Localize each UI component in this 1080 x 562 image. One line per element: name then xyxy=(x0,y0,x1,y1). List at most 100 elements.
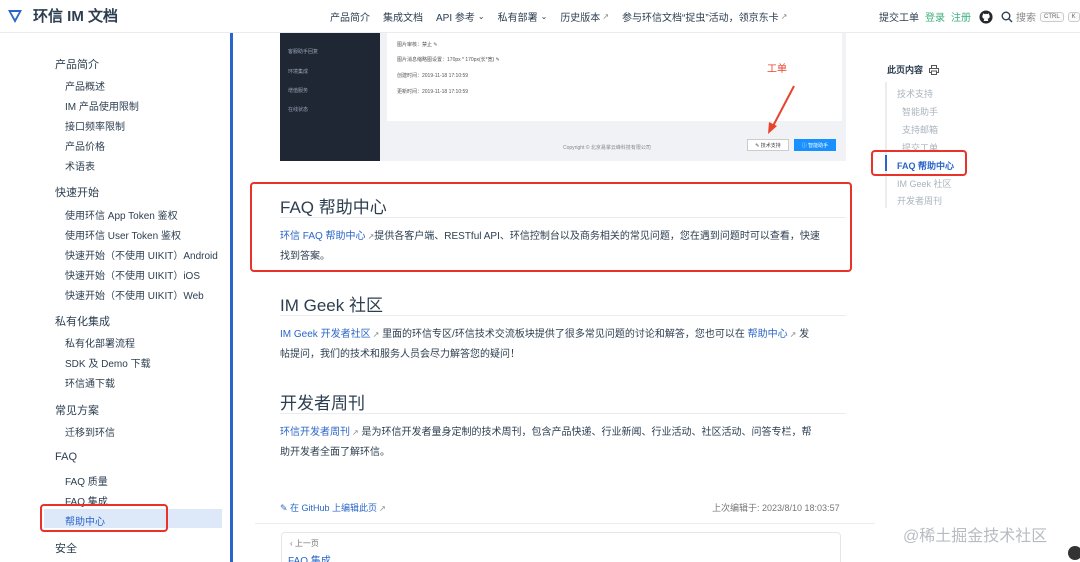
sidebar-item[interactable]: 产品概述 xyxy=(65,78,105,93)
console-sidebar: 客服助手回复 环境集成 增值服务 在线状态 xyxy=(280,33,380,161)
search-placeholder: 搜索 xyxy=(1016,13,1036,24)
chevron-down-icon: ⌄ xyxy=(540,12,548,21)
annotation-ticket-label: 工单 xyxy=(767,64,787,75)
toc-item[interactable]: 开发者周刊 xyxy=(897,194,942,207)
link-text: IM Geek 开发者社区 xyxy=(280,329,371,340)
geek-community-link[interactable]: IM Geek 开发者社区 ↗ xyxy=(280,329,379,340)
search-icon xyxy=(1001,11,1013,22)
console-line: 图片消息缩略图设置：170px * 170px(长*宽) ✎ xyxy=(397,57,500,63)
sidebar-item[interactable]: 快速开始（不使用 UIKIT）Android xyxy=(65,247,218,262)
external-link-icon: ↗ xyxy=(602,12,610,21)
console-support-button: ✎ 技术支持 xyxy=(747,139,789,151)
heading-rule xyxy=(280,315,846,316)
nav-history[interactable]: 历史版本 ↗ xyxy=(560,9,609,24)
sidebar-item[interactable]: SDK 及 Demo 下载 xyxy=(65,355,151,370)
nav-right: 提交工单 登录 注册 搜索 CTRL K xyxy=(879,0,1080,33)
toc-item[interactable]: IM Geek 社区 xyxy=(897,177,952,190)
sidebar-item[interactable]: 环信通下载 xyxy=(65,375,115,390)
toc-item[interactable]: 技术支持 xyxy=(897,87,933,100)
sidebar-item[interactable]: 产品价格 xyxy=(65,138,105,153)
sidebar-item[interactable]: 接口频率限制 xyxy=(65,118,125,133)
toc-item[interactable]: 支持邮箱 xyxy=(902,123,938,136)
print-icon[interactable] xyxy=(929,64,940,75)
sidebar-item[interactable]: FAQ 质量 xyxy=(65,473,108,488)
link-text: 在 GitHub 上编辑此页 xyxy=(290,503,378,513)
prev-page-label: ‹ 上一页 xyxy=(290,539,319,548)
highlight-box-faq xyxy=(250,182,852,272)
console-menu-item: 环境集成 xyxy=(288,69,309,75)
register-link[interactable]: 注册 xyxy=(951,9,971,24)
search-button[interactable]: 搜索 CTRL K xyxy=(1001,9,1080,24)
console-assist-button: ⓘ 智能助手 xyxy=(794,139,836,151)
highlight-box-toc xyxy=(871,150,967,176)
prev-page-title[interactable]: FAQ 集成 xyxy=(288,552,331,562)
external-link-icon: ↗ xyxy=(352,428,359,437)
console-line: 图片审核：禁止 ✎ xyxy=(397,42,438,48)
sidebar-group-quickstart[interactable]: 快速开始 xyxy=(55,184,99,200)
nav-private-deploy[interactable]: 私有部署 ⌄ xyxy=(498,9,548,24)
paragraph-text: 里面的环信专区/环信技术交流板块提供了很多常见问题的讨论和解答，您也可以在 xyxy=(382,329,745,340)
external-link-icon: ↗ xyxy=(372,330,380,339)
logo-icon xyxy=(8,9,22,23)
sidebar-group-product-intro[interactable]: 产品简介 xyxy=(55,56,99,72)
sidebar-item[interactable]: 快速开始（不使用 UIKIT）iOS xyxy=(65,267,200,282)
corner-avatar xyxy=(1068,546,1080,560)
edit-on-github-link[interactable]: ✎ 在 GitHub 上编辑此页 ↗ xyxy=(280,501,386,514)
console-line: 创建时间：2019-11-18 17:10:59 xyxy=(397,73,469,79)
top-navbar: 环信 IM 文档 产品简介 集成文档 API 参考 ⌄ 私有部署 ⌄ 历史版本 ↗ 参… xyxy=(0,0,1080,33)
paragraph-text: 帖提问，我们的技术和服务人员会尽力解答您的疑问！ xyxy=(280,349,520,360)
watermark: @稀土掘金技术社区 xyxy=(903,528,1048,545)
paragraph-text: 助开发者全面了解环信。 xyxy=(280,447,390,458)
site-logo[interactable]: 环信 IM 文档 xyxy=(5,5,118,26)
external-link-icon: ↗ xyxy=(780,12,788,21)
sidebar-group-faq[interactable]: FAQ xyxy=(55,451,77,463)
sidebar-item[interactable]: IM 产品使用限制 xyxy=(65,98,139,113)
nav-label: 历史版本 xyxy=(560,13,601,24)
sidebar-item[interactable]: 使用环信 User Token 鉴权 xyxy=(65,227,181,242)
nav-links: 产品简介 集成文档 API 参考 ⌄ 私有部署 ⌄ 历史版本 ↗ 参与环信文档“捉虫”… xyxy=(330,0,800,33)
nav-product-intro[interactable]: 产品简介 xyxy=(330,9,370,24)
nav-bug-campaign[interactable]: 参与环信文档“捉虫”活动，领京东卡 ↗ xyxy=(622,9,787,24)
help-center-link[interactable]: 帮助中心 ↗ xyxy=(748,329,797,340)
login-link[interactable]: 登录 xyxy=(925,9,945,24)
sidebar-item[interactable]: 私有化部署流程 xyxy=(65,335,135,350)
sidebar-group-private[interactable]: 私有化集成 xyxy=(55,313,110,329)
console-line: 更新时间：2019-11-18 17:10:59 xyxy=(397,89,469,95)
sidebar-group-solutions[interactable]: 常见方案 xyxy=(55,402,99,418)
console-menu-item: 增值服务 xyxy=(288,88,309,94)
github-icon[interactable] xyxy=(979,9,993,24)
search-input[interactable]: 搜索 CTRL K xyxy=(1016,9,1080,24)
submit-ticket-link[interactable]: 提交工单 xyxy=(879,9,919,24)
toc-title-text: 此页内容 xyxy=(887,65,924,75)
heading-geek-community: IM Geek 社区 xyxy=(280,296,383,315)
kbd-ctrl: CTRL xyxy=(1040,11,1064,22)
toc-title: 此页内容 xyxy=(887,63,940,76)
geek-paragraph: IM Geek 开发者社区 ↗ 里面的环信专区/环信技术交流板块提供了很多常见问题… xyxy=(280,325,850,365)
nav-integration[interactable]: 集成文档 xyxy=(383,9,423,24)
external-link-icon: ↗ xyxy=(789,330,797,339)
highlight-box-sidebar xyxy=(40,504,168,532)
nav-label: API 参考 xyxy=(436,13,475,24)
dev-weekly-link[interactable]: 环信开发者周刊 ↗ xyxy=(280,427,359,438)
toc-item[interactable]: 智能助手 xyxy=(902,105,938,118)
paragraph-text: 发 xyxy=(799,329,810,340)
footer-rule xyxy=(255,523,875,524)
nav-label: 私有部署 xyxy=(497,13,538,24)
weekly-paragraph: 环信开发者周刊 ↗ 是为环信开发者量身定制的技术周刊，包含产品快递、行业新闻、行业… xyxy=(280,423,850,463)
nav-api-reference[interactable]: API 参考 ⌄ xyxy=(436,9,485,24)
sidebar-item[interactable]: 术语表 xyxy=(65,158,95,173)
heading-dev-weekly: 开发者周刊 xyxy=(280,394,365,413)
external-link-icon: ↗ xyxy=(379,504,386,513)
console-menu-item: 客服助手回复 xyxy=(288,49,319,55)
annotation-arrow-icon xyxy=(768,85,795,134)
sidebar-item[interactable]: 快速开始（不使用 UIKIT）Web xyxy=(65,287,204,302)
link-text: 环信开发者周刊 xyxy=(280,427,350,438)
sidebar-group-security[interactable]: 安全 xyxy=(55,540,77,556)
edit-icon: ✎ xyxy=(280,503,291,513)
sidebar-item[interactable]: 使用环信 App Token 鉴权 xyxy=(65,207,178,222)
last-updated: 上次编辑于: 2023/8/10 18:03:57 xyxy=(712,503,840,513)
paragraph-text: 是为环信开发者量身定制的技术周刊，包含产品快递、行业新闻、行业活动、社区活动、问… xyxy=(361,427,812,438)
prev-page-card[interactable] xyxy=(281,532,841,562)
nav-label: 参与环信文档“捉虫”活动，领京东卡 xyxy=(622,13,779,24)
sidebar-item[interactable]: 迁移到环信 xyxy=(65,424,115,439)
